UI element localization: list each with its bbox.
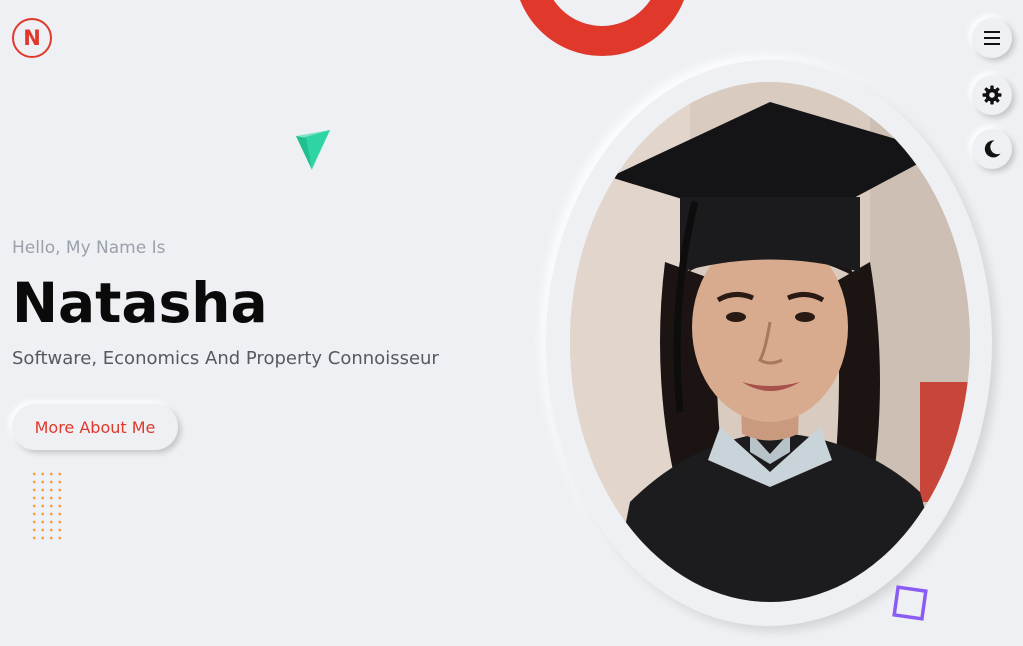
- moon-icon: [984, 140, 1001, 158]
- logo-letter: N: [23, 26, 41, 50]
- decorative-purple-square: [892, 585, 928, 621]
- page: N Hello, My Name Is Natasha Software, Ec…: [0, 0, 1023, 646]
- decorative-teal-triangle: [296, 130, 330, 170]
- gear-icon: [982, 85, 1002, 105]
- settings-button[interactable]: [972, 75, 1012, 115]
- hero-name: Natasha: [12, 271, 268, 335]
- hamburger-menu-icon: [984, 31, 1000, 45]
- more-about-me-label: More About Me: [34, 417, 156, 437]
- menu-button[interactable]: [972, 18, 1012, 58]
- logo[interactable]: N: [12, 18, 52, 58]
- hero-tagline: Software, Economics And Property Connois…: [12, 348, 439, 369]
- greeting-text: Hello, My Name Is: [12, 238, 166, 258]
- decorative-dot-grid: [30, 470, 66, 542]
- decorative-red-ring: [514, 0, 690, 56]
- profile-photo: [570, 82, 970, 602]
- theme-toggle-button[interactable]: [972, 129, 1012, 169]
- more-about-me-button[interactable]: More About Me: [12, 404, 178, 450]
- graduate-portrait-illustration: [570, 82, 970, 602]
